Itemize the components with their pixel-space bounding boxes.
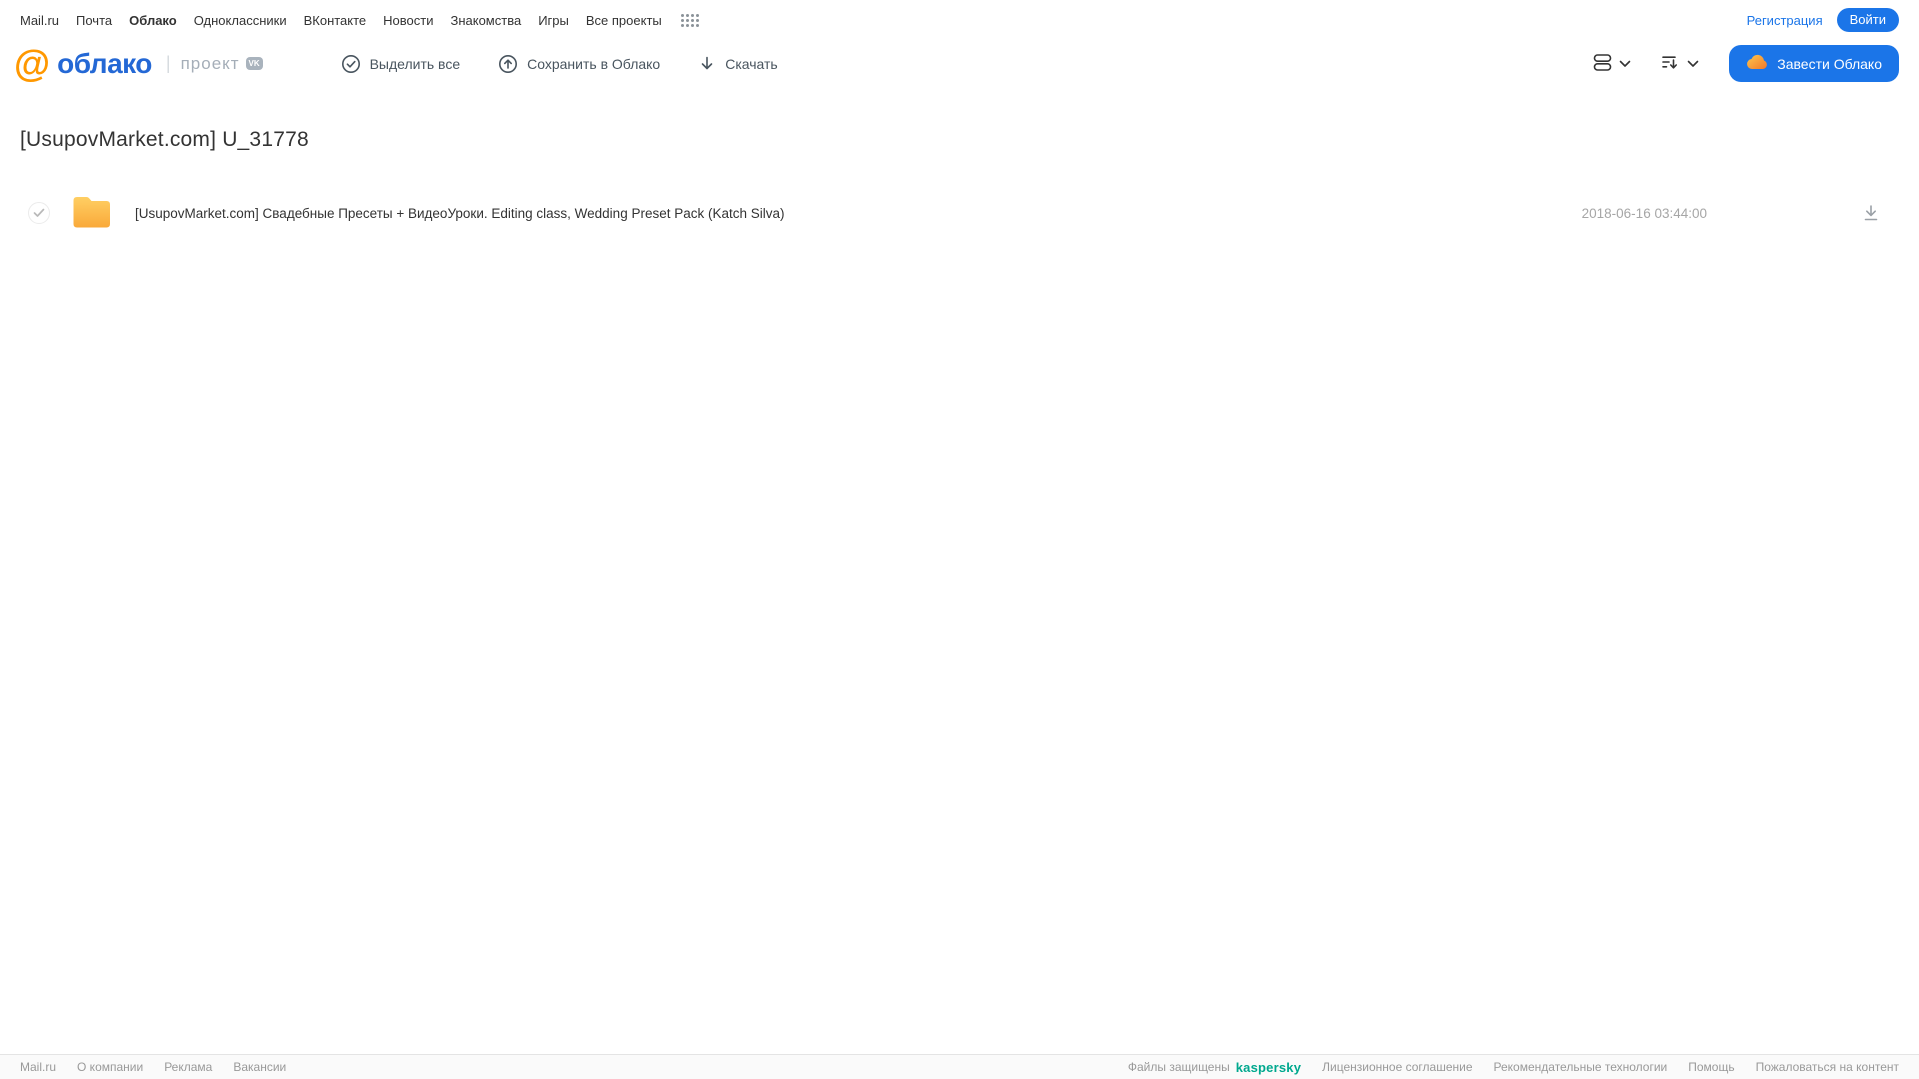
footer-link-jobs[interactable]: Вакансии [233, 1060, 286, 1074]
cloud-upload-icon [498, 54, 518, 74]
row-checkbox[interactable] [28, 202, 50, 224]
cloud-header: @ облако | проект VK Выделить все Сохран… [0, 37, 1919, 98]
list-view-icon [1593, 53, 1612, 75]
row-download-button[interactable] [1859, 201, 1883, 225]
download-arrow-icon [698, 55, 716, 73]
sort-icon [1661, 53, 1680, 75]
footer-left-links: Mail.ru О компании Реклама Вакансии [20, 1060, 286, 1074]
view-mode-button[interactable] [1589, 49, 1635, 79]
portal-link-all-projects[interactable]: Все проекты [586, 13, 662, 28]
portal-link-odnoklassniki[interactable]: Одноклассники [194, 13, 287, 28]
folder-icon [71, 194, 112, 233]
save-to-cloud-label: Сохранить в Облако [527, 55, 661, 72]
file-list: [UsupovMarket.com] Свадебные Пресеты + В… [0, 189, 1919, 237]
file-row[interactable]: [UsupovMarket.com] Свадебные Пресеты + В… [0, 189, 1919, 237]
header-right-controls: Завести Облако [1589, 45, 1899, 82]
create-cloud-label: Завести Облако [1777, 55, 1882, 72]
select-all-button[interactable]: Выделить все [341, 54, 461, 74]
vk-badge-icon: VK [245, 57, 263, 70]
chevron-down-icon [1619, 56, 1631, 71]
select-all-label: Выделить все [369, 55, 461, 72]
portal-link-news[interactable]: Новости [383, 13, 433, 28]
registration-link[interactable]: Регистрация [1747, 13, 1823, 28]
page-footer: Mail.ru О компании Реклама Вакансии Файл… [0, 1054, 1919, 1079]
portal-link-mail[interactable]: Почта [76, 13, 112, 28]
portal-link-mailru[interactable]: Mail.ru [20, 13, 59, 28]
portal-link-games[interactable]: Игры [538, 13, 569, 28]
kaspersky-protection: Файлы защищены kaspersky [1128, 1060, 1301, 1075]
file-date: 2018-06-16 03:44:00 [1581, 205, 1707, 221]
footer-right-links: Файлы защищены kaspersky Лицензионное со… [1128, 1060, 1899, 1075]
mailru-at-icon: @ [14, 43, 51, 84]
footer-link-help[interactable]: Помощь [1688, 1060, 1734, 1074]
footer-link-license[interactable]: Лицензионное соглашение [1322, 1060, 1472, 1074]
footer-link-mailru[interactable]: Mail.ru [20, 1060, 56, 1074]
footer-link-recommendation-tech[interactable]: Рекомендательные технологии [1494, 1060, 1668, 1074]
chevron-down-icon [1687, 56, 1699, 71]
login-button[interactable]: Войти [1836, 8, 1899, 32]
cloud-logo[interactable]: @ облако | проект VK [14, 45, 263, 82]
check-circle-icon [341, 54, 361, 74]
save-to-cloud-button[interactable]: Сохранить в Облако [498, 54, 660, 74]
footer-link-company[interactable]: О компании [77, 1060, 143, 1074]
project-label: проект [180, 53, 240, 73]
portal-nav: Mail.ru Почта Облако Одноклассники ВКонт… [0, 0, 1919, 37]
portal-nav-links: Mail.ru Почта Облако Одноклассники ВКонт… [20, 13, 699, 28]
portal-link-cloud[interactable]: Облако [129, 13, 177, 28]
page-title: [UsupovMarket.com] U_31778 [20, 128, 309, 151]
kaspersky-logo: kaspersky [1235, 1059, 1302, 1075]
create-cloud-button[interactable]: Завести Облако [1729, 45, 1899, 82]
protected-text: Файлы защищены [1127, 1060, 1230, 1074]
sort-button[interactable] [1657, 49, 1703, 79]
portal-link-dating[interactable]: Знакомства [450, 13, 521, 28]
footer-link-report-content[interactable]: Пожаловаться на контент [1756, 1060, 1899, 1074]
download-button[interactable]: Скачать [698, 55, 778, 73]
portal-nav-auth: Регистрация Войти [1747, 8, 1899, 32]
download-label: Скачать [725, 55, 778, 72]
portal-link-vkontakte[interactable]: ВКонтакте [304, 13, 367, 28]
footer-link-ads[interactable]: Реклама [164, 1060, 212, 1074]
cloud-logo-text: облако [57, 47, 152, 79]
main-content: [UsupovMarket.com] U_31778 [UsupovMarket… [0, 98, 1919, 237]
logo-divider: | [165, 53, 171, 73]
file-toolbar: Выделить все Сохранить в Облако Скачать [341, 54, 778, 74]
cloud-icon [1746, 54, 1768, 73]
apps-grid-icon[interactable] [680, 13, 699, 27]
file-name-link[interactable]: [UsupovMarket.com] Свадебные Пресеты + В… [135, 206, 1582, 221]
